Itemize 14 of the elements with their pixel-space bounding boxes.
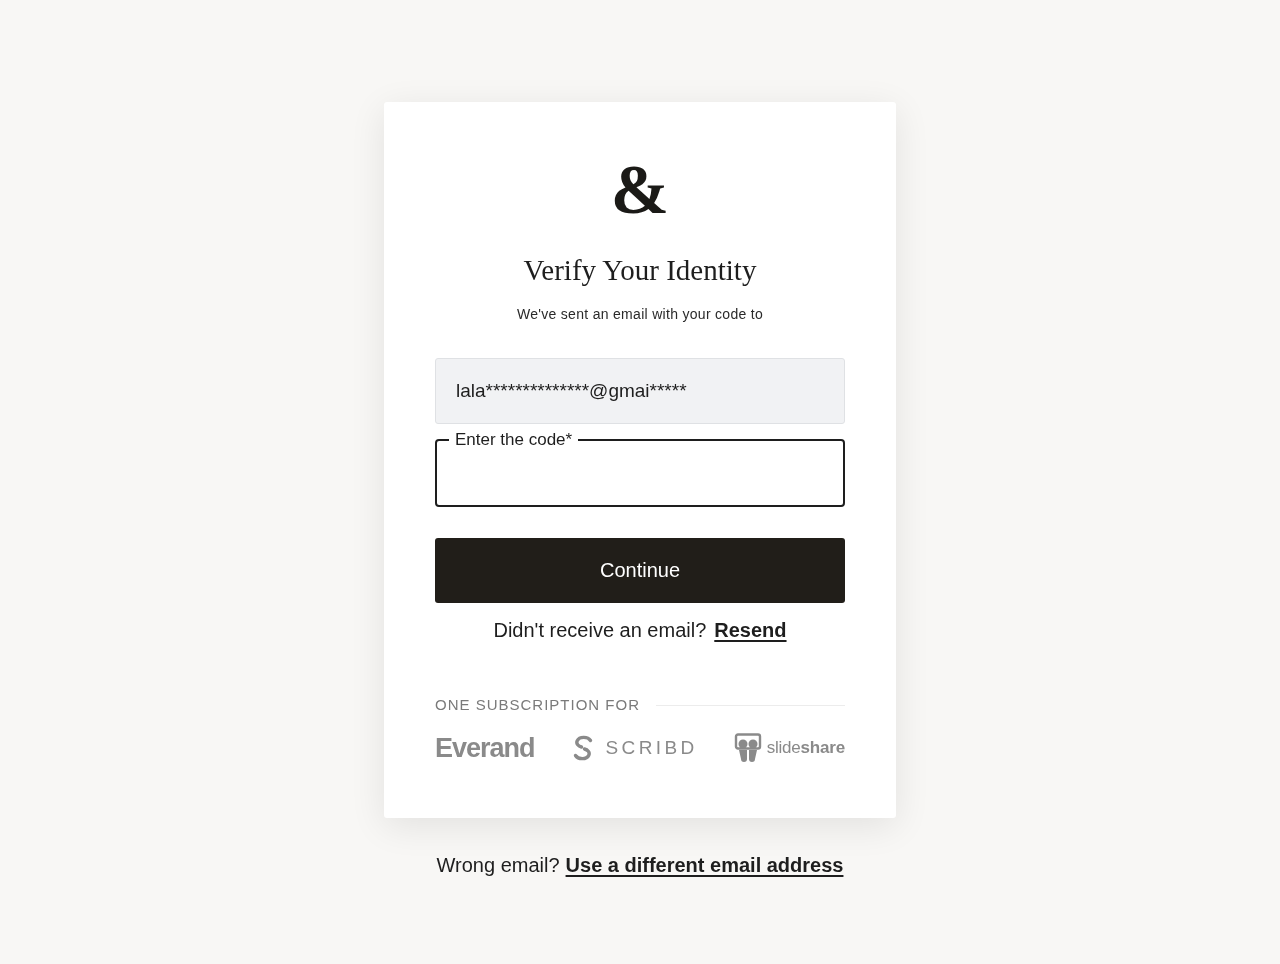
brand-wordmark: slideshare bbox=[766, 738, 845, 758]
resend-prompt: Didn't receive an email? bbox=[493, 618, 707, 643]
brand-wordmark: SCRIBD bbox=[605, 737, 698, 759]
code-field[interactable]: Enter the code* bbox=[435, 430, 845, 507]
ampersand-logo: & bbox=[610, 158, 670, 222]
subscription-heading: ONE SUBSCRIPTION FOR bbox=[435, 695, 641, 715]
different-email-link[interactable]: Use a different email address bbox=[565, 851, 844, 879]
brand-wordmark: Everand bbox=[435, 732, 535, 764]
people-board-icon bbox=[733, 733, 762, 763]
resend-link[interactable]: Resend bbox=[714, 616, 787, 644]
wrong-email-prompt: Wrong email? bbox=[436, 853, 560, 878]
instruction-text: We've sent an email with your code to bbox=[516, 305, 764, 324]
continue-button[interactable]: Continue bbox=[435, 538, 845, 603]
page-title: Verify Your Identity bbox=[523, 253, 757, 288]
